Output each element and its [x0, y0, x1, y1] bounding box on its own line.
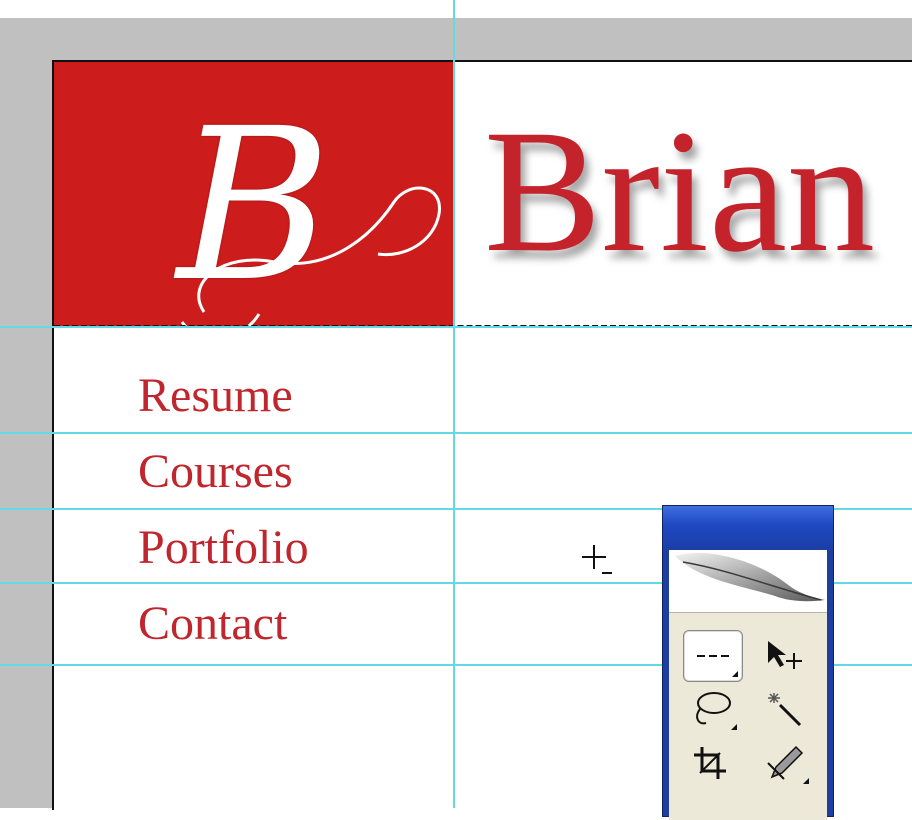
palette-titlebar[interactable]	[663, 506, 833, 548]
nav-item-courses[interactable]: Courses	[138, 444, 293, 499]
magic-wand-icon	[768, 693, 802, 727]
crop-tool[interactable]	[683, 738, 741, 788]
palette-body	[669, 550, 827, 820]
nav-item-resume[interactable]: Resume	[138, 368, 293, 423]
tools-palette[interactable]	[662, 505, 834, 820]
slice-icon	[767, 745, 804, 780]
flyout-corner-icon	[731, 724, 737, 730]
horizontal-guide[interactable]	[0, 326, 912, 328]
crosshair-cursor-icon	[582, 545, 612, 574]
flyout-corner-icon	[732, 671, 738, 677]
feather-logo[interactable]	[669, 550, 827, 613]
site-title: Brian	[484, 94, 876, 289]
top-strip	[0, 0, 912, 18]
magic-wand-tool[interactable]	[755, 684, 813, 734]
slice-tool[interactable]	[755, 738, 813, 788]
move-tool[interactable]	[755, 630, 813, 680]
crop-icon	[694, 747, 726, 779]
flyout-corner-icon	[803, 778, 809, 784]
logo-swirl-icon	[180, 186, 441, 341]
marquee-icon	[697, 655, 729, 657]
logo-block: B	[54, 62, 454, 341]
vertical-guide[interactable]	[453, 0, 455, 808]
nav-item-portfolio[interactable]: Portfolio	[138, 520, 309, 575]
nav-item-contact[interactable]: Contact	[138, 596, 287, 651]
move-icon	[768, 641, 802, 669]
lasso-icon	[696, 692, 731, 725]
horizontal-guide[interactable]	[0, 432, 912, 434]
feather-icon	[675, 552, 825, 602]
rectangular-marquee-tool[interactable]	[683, 630, 743, 682]
lasso-tool[interactable]	[683, 684, 741, 734]
